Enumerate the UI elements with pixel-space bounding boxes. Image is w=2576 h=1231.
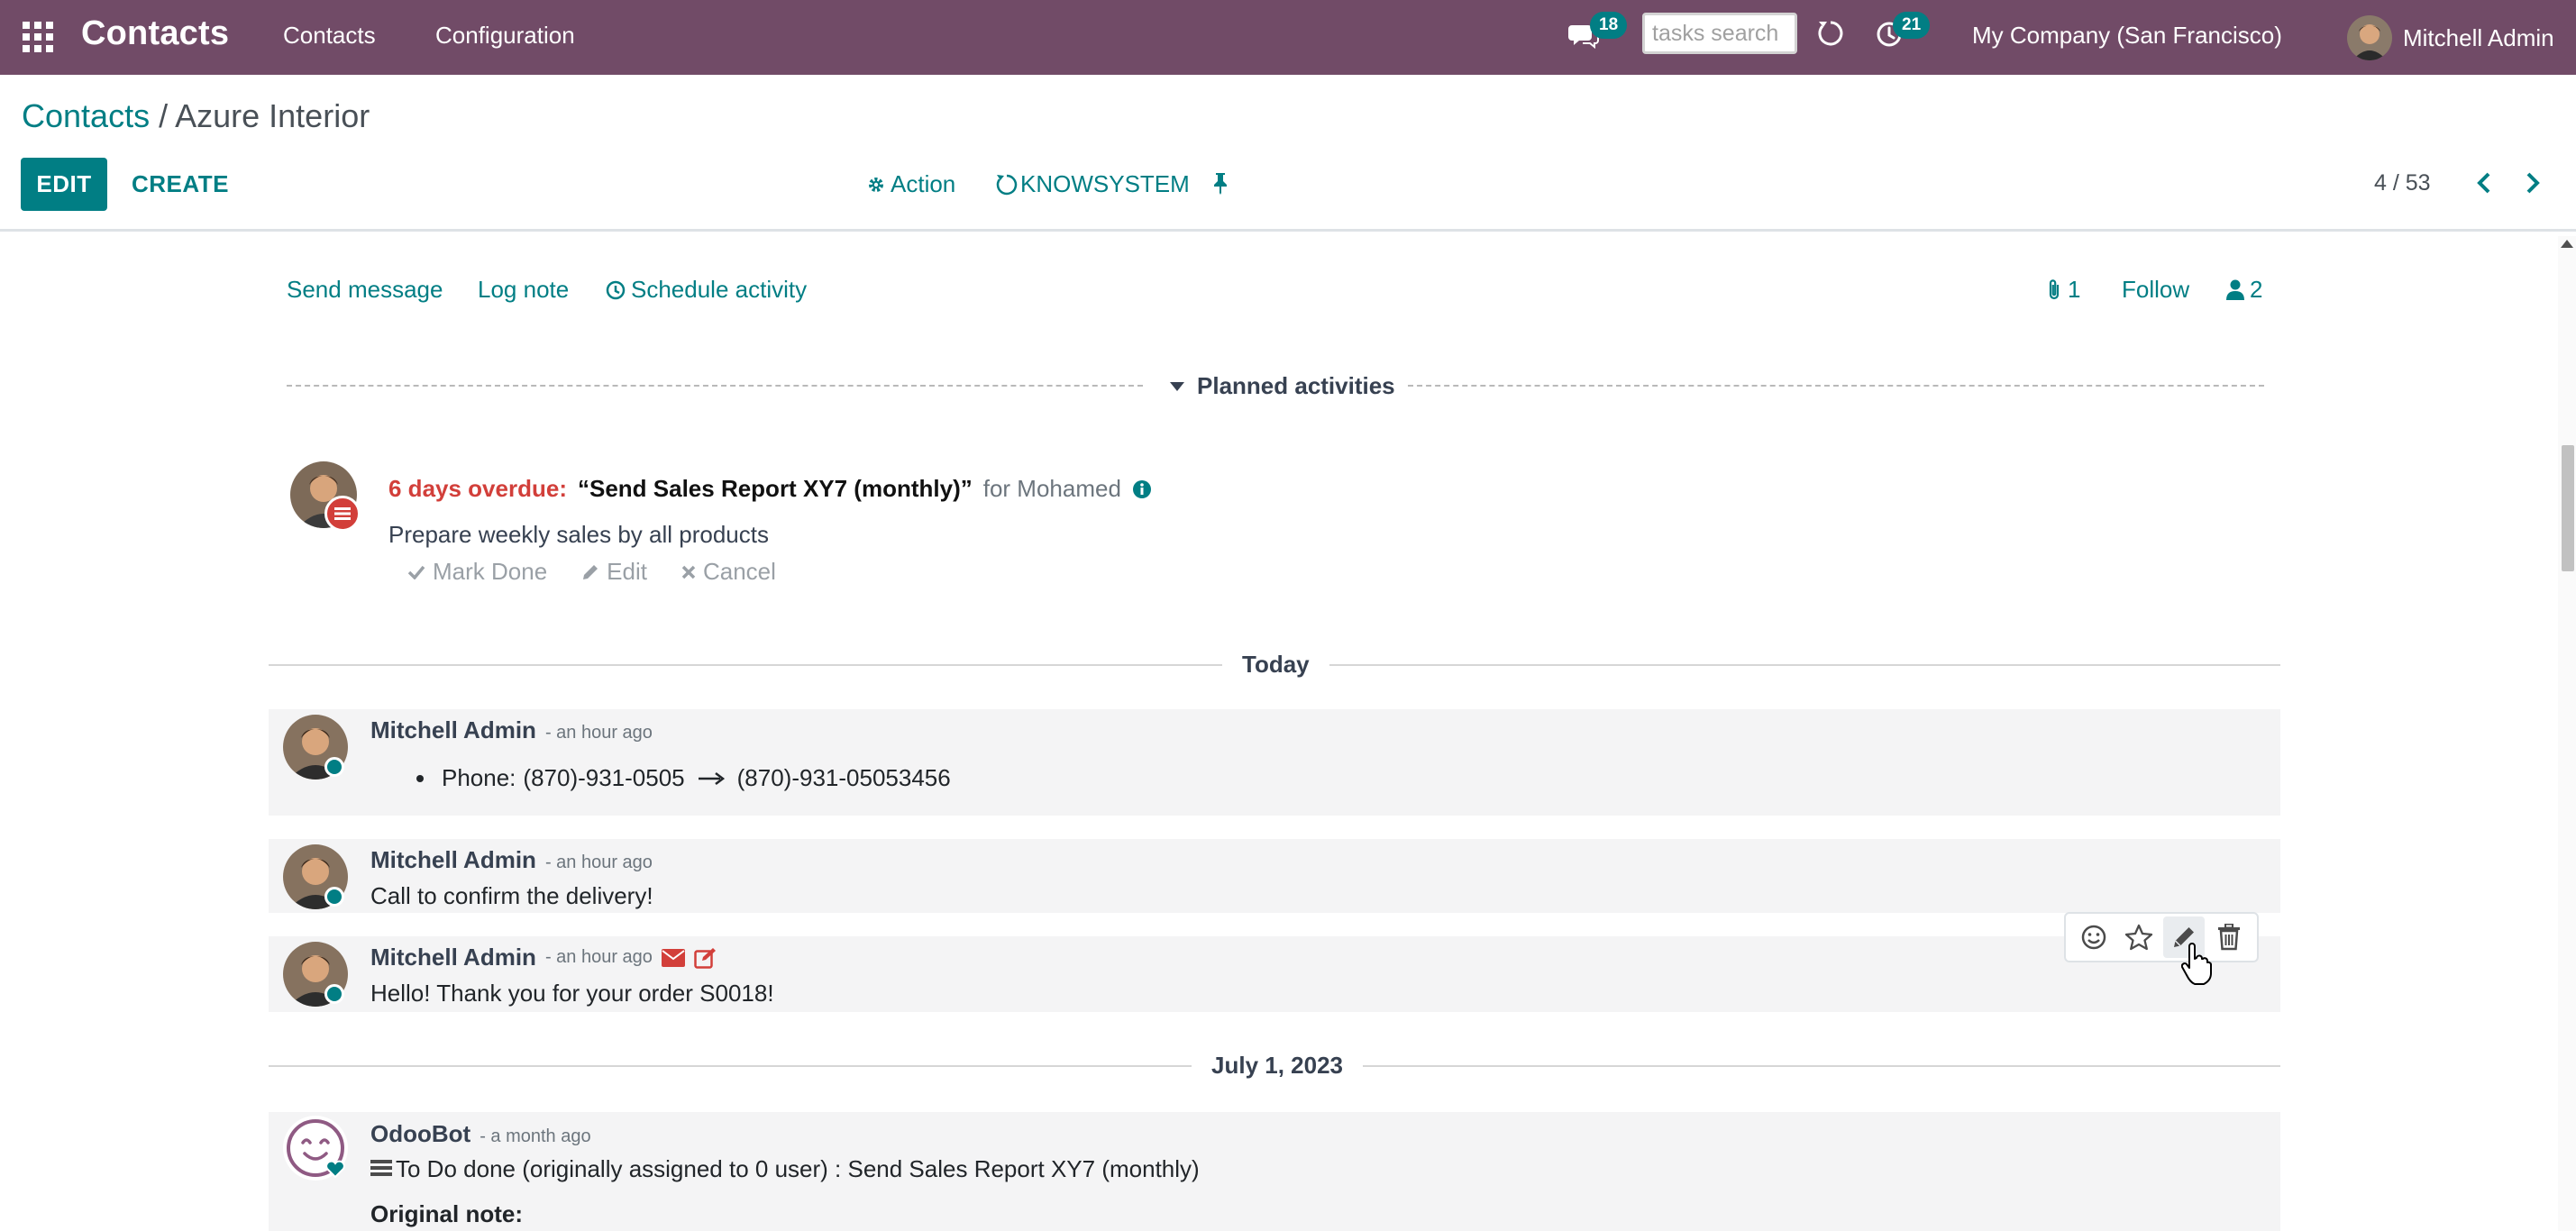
company-switcher[interactable]: My Company (San Francisco) [1972, 22, 2282, 50]
tracking-field: Phone: [442, 764, 516, 791]
gear-icon [867, 176, 885, 194]
activity-summary: “Send Sales Report XY7 (monthly)” [577, 475, 973, 502]
overdue-label: 6 days overdue: [388, 475, 567, 502]
message-body: Call to confirm the delivery! [370, 882, 653, 909]
planned-separator-left [287, 385, 1143, 387]
activity-actions: Mark Done Edit Cancel [407, 558, 776, 586]
planned-separator-right [1408, 385, 2264, 387]
breadcrumb-separator: / [150, 97, 176, 134]
edit-activity-button[interactable]: Edit [581, 558, 647, 586]
message-author: Mitchell Admin - an hour ago [370, 944, 717, 971]
pencil-icon [581, 563, 599, 581]
author-name[interactable]: Mitchell Admin [370, 846, 536, 874]
tracking-old-value: (870)-931-0505 [523, 764, 685, 791]
activity-note: Prepare weekly sales by all products [388, 521, 769, 548]
action-dropdown[interactable]: Action [867, 170, 955, 198]
message-date: - an hour ago [544, 723, 653, 743]
control-panel-divider [0, 229, 2576, 232]
menu-contacts[interactable]: Contacts [283, 22, 376, 50]
date-separator-today: Today [1222, 651, 1329, 679]
activities-count-badge: 21 [1893, 12, 1931, 39]
message-body: To Do done (originally assigned to 0 use… [370, 1155, 1200, 1183]
breadcrumb-current: Azure Interior [175, 97, 370, 134]
edit-button[interactable]: EDIT [21, 158, 107, 211]
attachments-count: 1 [2068, 276, 2081, 303]
caret-down-icon [1170, 381, 1184, 391]
close-icon [681, 565, 696, 579]
scrollbar-thumb[interactable] [2562, 445, 2574, 571]
pager-next-icon[interactable] [2519, 169, 2546, 196]
todo-list-icon [370, 1159, 392, 1180]
activity-type-icon [324, 496, 361, 532]
breadcrumb: Contacts / Azure Interior [22, 97, 370, 135]
user-menu[interactable]: Mitchell Admin [2347, 13, 2554, 63]
schedule-activity-button[interactable]: Schedule activity [606, 276, 807, 304]
heart-status-icon [324, 1159, 346, 1179]
online-status-icon [324, 887, 344, 907]
author-name[interactable]: OdooBot [370, 1120, 470, 1148]
mark-done-button[interactable]: Mark Done [407, 558, 547, 586]
date-separator-july-1-2023: July 1, 2023 [1192, 1052, 1363, 1080]
online-status-icon [324, 984, 344, 1004]
chatter-topbar: Send message Log note Schedule activity … [287, 276, 2270, 312]
user-avatar [2347, 15, 2392, 60]
log-note-button[interactable]: Log note [478, 276, 569, 304]
pager-value[interactable]: 4 / 53 [2374, 170, 2431, 196]
message-author: Mitchell Admin - an hour ago [370, 846, 653, 874]
tracking-value: Phone: (870)-931-0505 (870)-931-05053456 [416, 764, 951, 792]
message-date: - an hour ago [544, 947, 653, 967]
envelope-icon[interactable] [661, 948, 685, 967]
activity-header: 6 days overdue: “Send Sales Report XY7 (… [388, 475, 1152, 503]
refresh-icon [995, 173, 1019, 196]
online-status-icon [324, 757, 344, 777]
followers-count: 2 [2250, 276, 2263, 303]
knowsystem-icon[interactable] [1817, 20, 1844, 49]
user-name: Mitchell Admin [2403, 23, 2554, 51]
action-label: Action [891, 170, 956, 197]
message-actions-toolbar [2064, 912, 2259, 962]
message-date: - a month ago [480, 1126, 591, 1146]
cancel-activity-button[interactable]: Cancel [681, 558, 776, 586]
arrow-right-icon [698, 771, 725, 786]
hand-cursor-icon [2181, 943, 2212, 986]
author-name[interactable]: Mitchell Admin [370, 944, 536, 971]
edit-square-icon[interactable] [694, 947, 717, 969]
clock-icon [606, 280, 626, 300]
knowsystem-button[interactable]: KNOWSYSTEM [995, 170, 1190, 198]
message-author: OdooBot - a month ago [370, 1120, 591, 1148]
top-navbar: Contacts Contacts Configuration 18 21 My… [0, 0, 2576, 75]
planned-activities-toggle[interactable]: Planned activities [1170, 372, 1395, 400]
app-menu-icon[interactable] [20, 19, 56, 55]
info-icon[interactable] [1132, 479, 1152, 499]
breadcrumb-contacts-link[interactable]: Contacts [22, 97, 150, 134]
activity-assignee: for Mohamed [982, 475, 1121, 502]
follow-button[interactable]: Follow [2122, 276, 2189, 304]
knowsystem-label: KNOWSYSTEM [1020, 170, 1190, 197]
attachments-button[interactable]: 1 [2046, 276, 2080, 304]
tracking-new-value: (870)-931-05053456 [736, 764, 951, 791]
create-button[interactable]: CREATE [132, 170, 229, 198]
menu-configuration[interactable]: Configuration [435, 22, 575, 50]
app-title[interactable]: Contacts [81, 14, 229, 53]
trash-icon[interactable] [2208, 916, 2250, 958]
followers-button[interactable]: 2 [2226, 276, 2262, 304]
messages-count-badge: 18 [1590, 12, 1628, 39]
tasks-search-input[interactable] [1642, 13, 1797, 54]
scroll-up-icon[interactable] [2561, 240, 2573, 248]
paperclip-icon [2046, 278, 2062, 302]
bullet-icon [416, 774, 424, 782]
message-body: Hello! Thank you for your order S0018! [370, 980, 774, 1007]
author-name[interactable]: Mitchell Admin [370, 716, 536, 744]
original-note-label: Original note: [370, 1200, 523, 1227]
pager-previous-icon[interactable] [2471, 169, 2498, 196]
pin-icon[interactable] [1211, 171, 1229, 195]
user-icon [2226, 279, 2244, 301]
check-icon [407, 565, 425, 579]
message-author: Mitchell Admin - an hour ago [370, 716, 653, 744]
send-message-button[interactable]: Send message [287, 276, 443, 304]
star-icon[interactable] [2118, 916, 2160, 958]
message-date: - an hour ago [544, 853, 653, 872]
add-reaction-icon[interactable] [2073, 916, 2115, 958]
scrollbar-track[interactable] [2558, 236, 2576, 1231]
